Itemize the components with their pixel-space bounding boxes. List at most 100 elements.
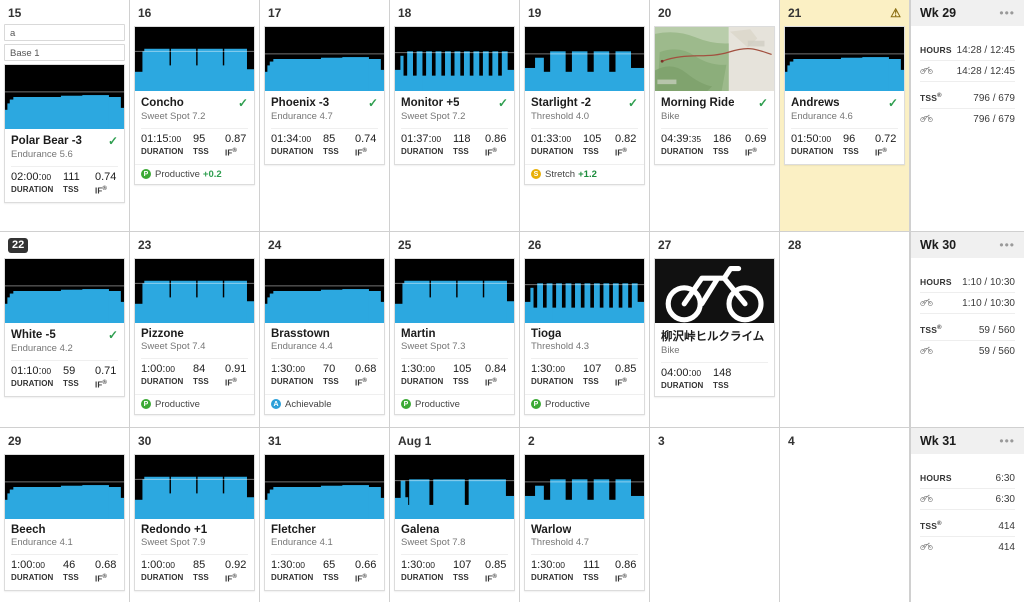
workout-tss: 111 TSS	[583, 559, 615, 585]
workout-card[interactable]: White -5 ✓ Endurance 4.2 01:10:00 DURATI…	[4, 258, 125, 397]
workout-card[interactable]: Starlight -2 ✓ Threshold 4.0 01:33:00 DU…	[524, 26, 645, 185]
workout-if: 0.68 IF®	[95, 559, 124, 585]
day-annotation[interactable]: a	[4, 24, 125, 41]
workout-stats: 1:30:00 DURATION 111 TSS 0.86 IF®	[531, 554, 638, 585]
workout-card[interactable]: Fletcher Endurance 4.1 1:30:00 DURATION …	[264, 454, 385, 591]
day-header: 21 ⚠	[784, 0, 905, 24]
workout-card[interactable]: Pizzone Sweet Spot 7.4 1:00:00 DURATION …	[134, 258, 255, 415]
duration-value: 01:33:00	[531, 133, 572, 145]
workout-card[interactable]: Concho ✓ Sweet Spot 7.2 01:15:00 DURATIO…	[134, 26, 255, 185]
workout-card[interactable]: Beech Endurance 4.1 1:00:00 DURATION 46 …	[4, 454, 125, 591]
workout-body: Phoenix -3 ✓ Endurance 4.7 01:34:00 DURA…	[265, 91, 384, 164]
workout-if: 0.74 IF®	[95, 171, 124, 197]
tss-value: 148	[713, 367, 732, 379]
summary-row: HOURS 6:30	[920, 468, 1015, 489]
day-cell-15[interactable]: 15 a Base 1 Polar Bear -3 ✓ Endurance 5.6…	[0, 0, 130, 231]
day-cell-aug-1[interactable]: Aug 1 Galena Sweet Spot 7.8 1:30:00 DURA…	[390, 428, 520, 602]
workout-tss: 95 TSS	[193, 133, 225, 159]
day-cell-25[interactable]: 25 Martin Sweet Spot 7.3 1:30:00 DURATIO…	[390, 232, 520, 427]
summary-metric-value: 796 / 679	[973, 92, 1015, 104]
workout-card[interactable]: Brasstown Endurance 4.4 1:30:00 DURATION…	[264, 258, 385, 415]
warning-icon[interactable]: ⚠	[890, 7, 901, 19]
workout-card[interactable]: Monitor +5 ✓ Sweet Spot 7.2 01:37:00 DUR…	[394, 26, 515, 165]
workout-card[interactable]: Martin Sweet Spot 7.3 1:30:00 DURATION 1…	[394, 258, 515, 415]
workout-subtitle: Bike	[661, 345, 680, 356]
workout-subtitle: Threshold 4.0	[531, 111, 590, 122]
day-number: 18	[398, 6, 412, 20]
workout-card[interactable]: 柳沢峠ヒルクライム Bike 04:00:00 DURATION 148 TSS	[654, 258, 775, 397]
tss-value: 70	[323, 363, 336, 375]
workout-card[interactable]: Warlow Threshold 4.7 1:30:00 DURATION 11…	[524, 454, 645, 591]
day-cell-22[interactable]: 22 White -5 ✓ Endurance 4.2 01:10:00 DUR…	[0, 232, 130, 427]
tss-label: TSS	[63, 573, 79, 582]
workout-level-footer: P Productive +0.2	[135, 163, 254, 184]
day-cell-26[interactable]: 26 Tioga Threshold 4.3 1:30:00 DURATION …	[520, 232, 650, 427]
day-cell-17[interactable]: 17 Phoenix -3 ✓ Endurance 4.7 01:34:00 D…	[260, 0, 390, 231]
workout-card[interactable]: Redondo +1 Sweet Spot 7.9 1:00:00 DURATI…	[134, 454, 255, 591]
day-cell-23[interactable]: 23 Pizzone Sweet Spot 7.4 1:00:00 DURATI…	[130, 232, 260, 427]
workout-body: Warlow Threshold 4.7 1:30:00 DURATION 11…	[525, 519, 644, 590]
workout-duration: 1:30:00 DURATION	[531, 559, 583, 585]
day-cell-16[interactable]: 16 Concho ✓ Sweet Spot 7.2 01:15:00 DURA…	[130, 0, 260, 231]
week-menu-icon[interactable]: •••	[999, 435, 1015, 447]
day-cell-21[interactable]: 21 ⚠ Andrews ✓ Endurance 4.6 01:50:00 DUR…	[780, 0, 910, 231]
workout-card[interactable]: Galena Sweet Spot 7.8 1:30:00 DURATION 1…	[394, 454, 515, 591]
completed-check-icon: ✓	[887, 96, 898, 110]
workout-tss: 85 TSS	[193, 559, 225, 585]
day-cell-4[interactable]: 4	[780, 428, 910, 602]
week-menu-icon[interactable]: •••	[999, 239, 1015, 251]
tss-label: TSS	[583, 377, 599, 386]
workout-power-graph	[525, 27, 644, 91]
day-cell-24[interactable]: 24 Brasstown Endurance 4.4 1:30:00 DURAT…	[260, 232, 390, 427]
workout-stats: 1:30:00 DURATION 70 TSS 0.68 IF®	[271, 358, 378, 389]
workout-power-graph	[395, 455, 514, 519]
bicycle-icon	[920, 114, 933, 124]
week-summary-header: Wk 29 •••	[911, 0, 1024, 26]
week-menu-icon[interactable]: •••	[999, 7, 1015, 19]
workout-power-graph	[5, 65, 124, 129]
duration-label: DURATION	[531, 147, 574, 156]
day-cell-31[interactable]: 31 Fletcher Endurance 4.1 1:30:00 DURATI…	[260, 428, 390, 602]
workout-title-row: Martin	[401, 328, 508, 340]
day-cell-2[interactable]: 2 Warlow Threshold 4.7 1:30:00 DURATION …	[520, 428, 650, 602]
workout-card[interactable]: Phoenix -3 ✓ Endurance 4.7 01:34:00 DURA…	[264, 26, 385, 165]
day-header: 15	[4, 0, 125, 24]
summary-metric-value: 1:10 / 10:30	[962, 276, 1015, 288]
workout-subtitle: Sweet Spot 7.8	[401, 537, 466, 548]
day-cell-29[interactable]: 29 Beech Endurance 4.1 1:00:00 DURATION …	[0, 428, 130, 602]
day-cell-20[interactable]: 20 Morning Ride ✓ Bike 04:39:35 DURATION…	[650, 0, 780, 231]
workout-card[interactable]: Polar Bear -3 ✓ Endurance 5.6 02:00:00 D…	[4, 64, 125, 203]
workout-tss: 84 TSS	[193, 363, 225, 389]
bicycle-icon	[920, 494, 933, 504]
workout-title-row: Monitor +5 ✓	[401, 96, 508, 110]
if-value: 0.72	[875, 133, 897, 145]
day-cell-27[interactable]: 27 柳沢峠ヒルクライム Bike 04:00:00 DURATION 148 …	[650, 232, 780, 427]
if-label: IF®	[355, 574, 367, 584]
workout-stats: 1:30:00 DURATION 65 TSS 0.66 IF®	[271, 554, 378, 585]
workout-duration: 01:34:00 DURATION	[271, 133, 323, 159]
day-cell-3[interactable]: 3	[650, 428, 780, 602]
day-cell-28[interactable]: 28	[780, 232, 910, 427]
workout-card[interactable]: Tioga Threshold 4.3 1:30:00 DURATION 107…	[524, 258, 645, 415]
tss-value: 107	[453, 559, 472, 571]
workout-if: 0.74 IF®	[355, 133, 384, 159]
if-value: 0.86	[485, 133, 507, 145]
day-header: 2	[524, 428, 645, 452]
tss-label: TSS	[193, 147, 209, 156]
day-header: 26	[524, 232, 645, 256]
day-annotation[interactable]: Base 1	[4, 44, 125, 61]
workout-title: Andrews	[791, 97, 840, 109]
day-cell-30[interactable]: 30 Redondo +1 Sweet Spot 7.9 1:00:00 DUR…	[130, 428, 260, 602]
workout-title: Polar Bear -3	[11, 135, 82, 147]
workout-title-row: Concho ✓	[141, 96, 248, 110]
day-cell-18[interactable]: 18 Monitor +5 ✓ Sweet Spot 7.2 01:37:00 …	[390, 0, 520, 231]
if-value: 0.85	[615, 363, 637, 375]
workout-title: Warlow	[531, 524, 572, 536]
workout-title-row: Pizzone	[141, 328, 248, 340]
tss-value: 96	[843, 133, 856, 145]
workout-power-graph	[5, 259, 124, 323]
duration-value: 1:00:00	[141, 559, 175, 571]
workout-card[interactable]: Andrews ✓ Endurance 4.6 01:50:00 DURATIO…	[784, 26, 905, 165]
day-cell-19[interactable]: 19 Starlight -2 ✓ Threshold 4.0 01:33:00…	[520, 0, 650, 231]
workout-card[interactable]: Morning Ride ✓ Bike 04:39:35 DURATION 18…	[654, 26, 775, 165]
